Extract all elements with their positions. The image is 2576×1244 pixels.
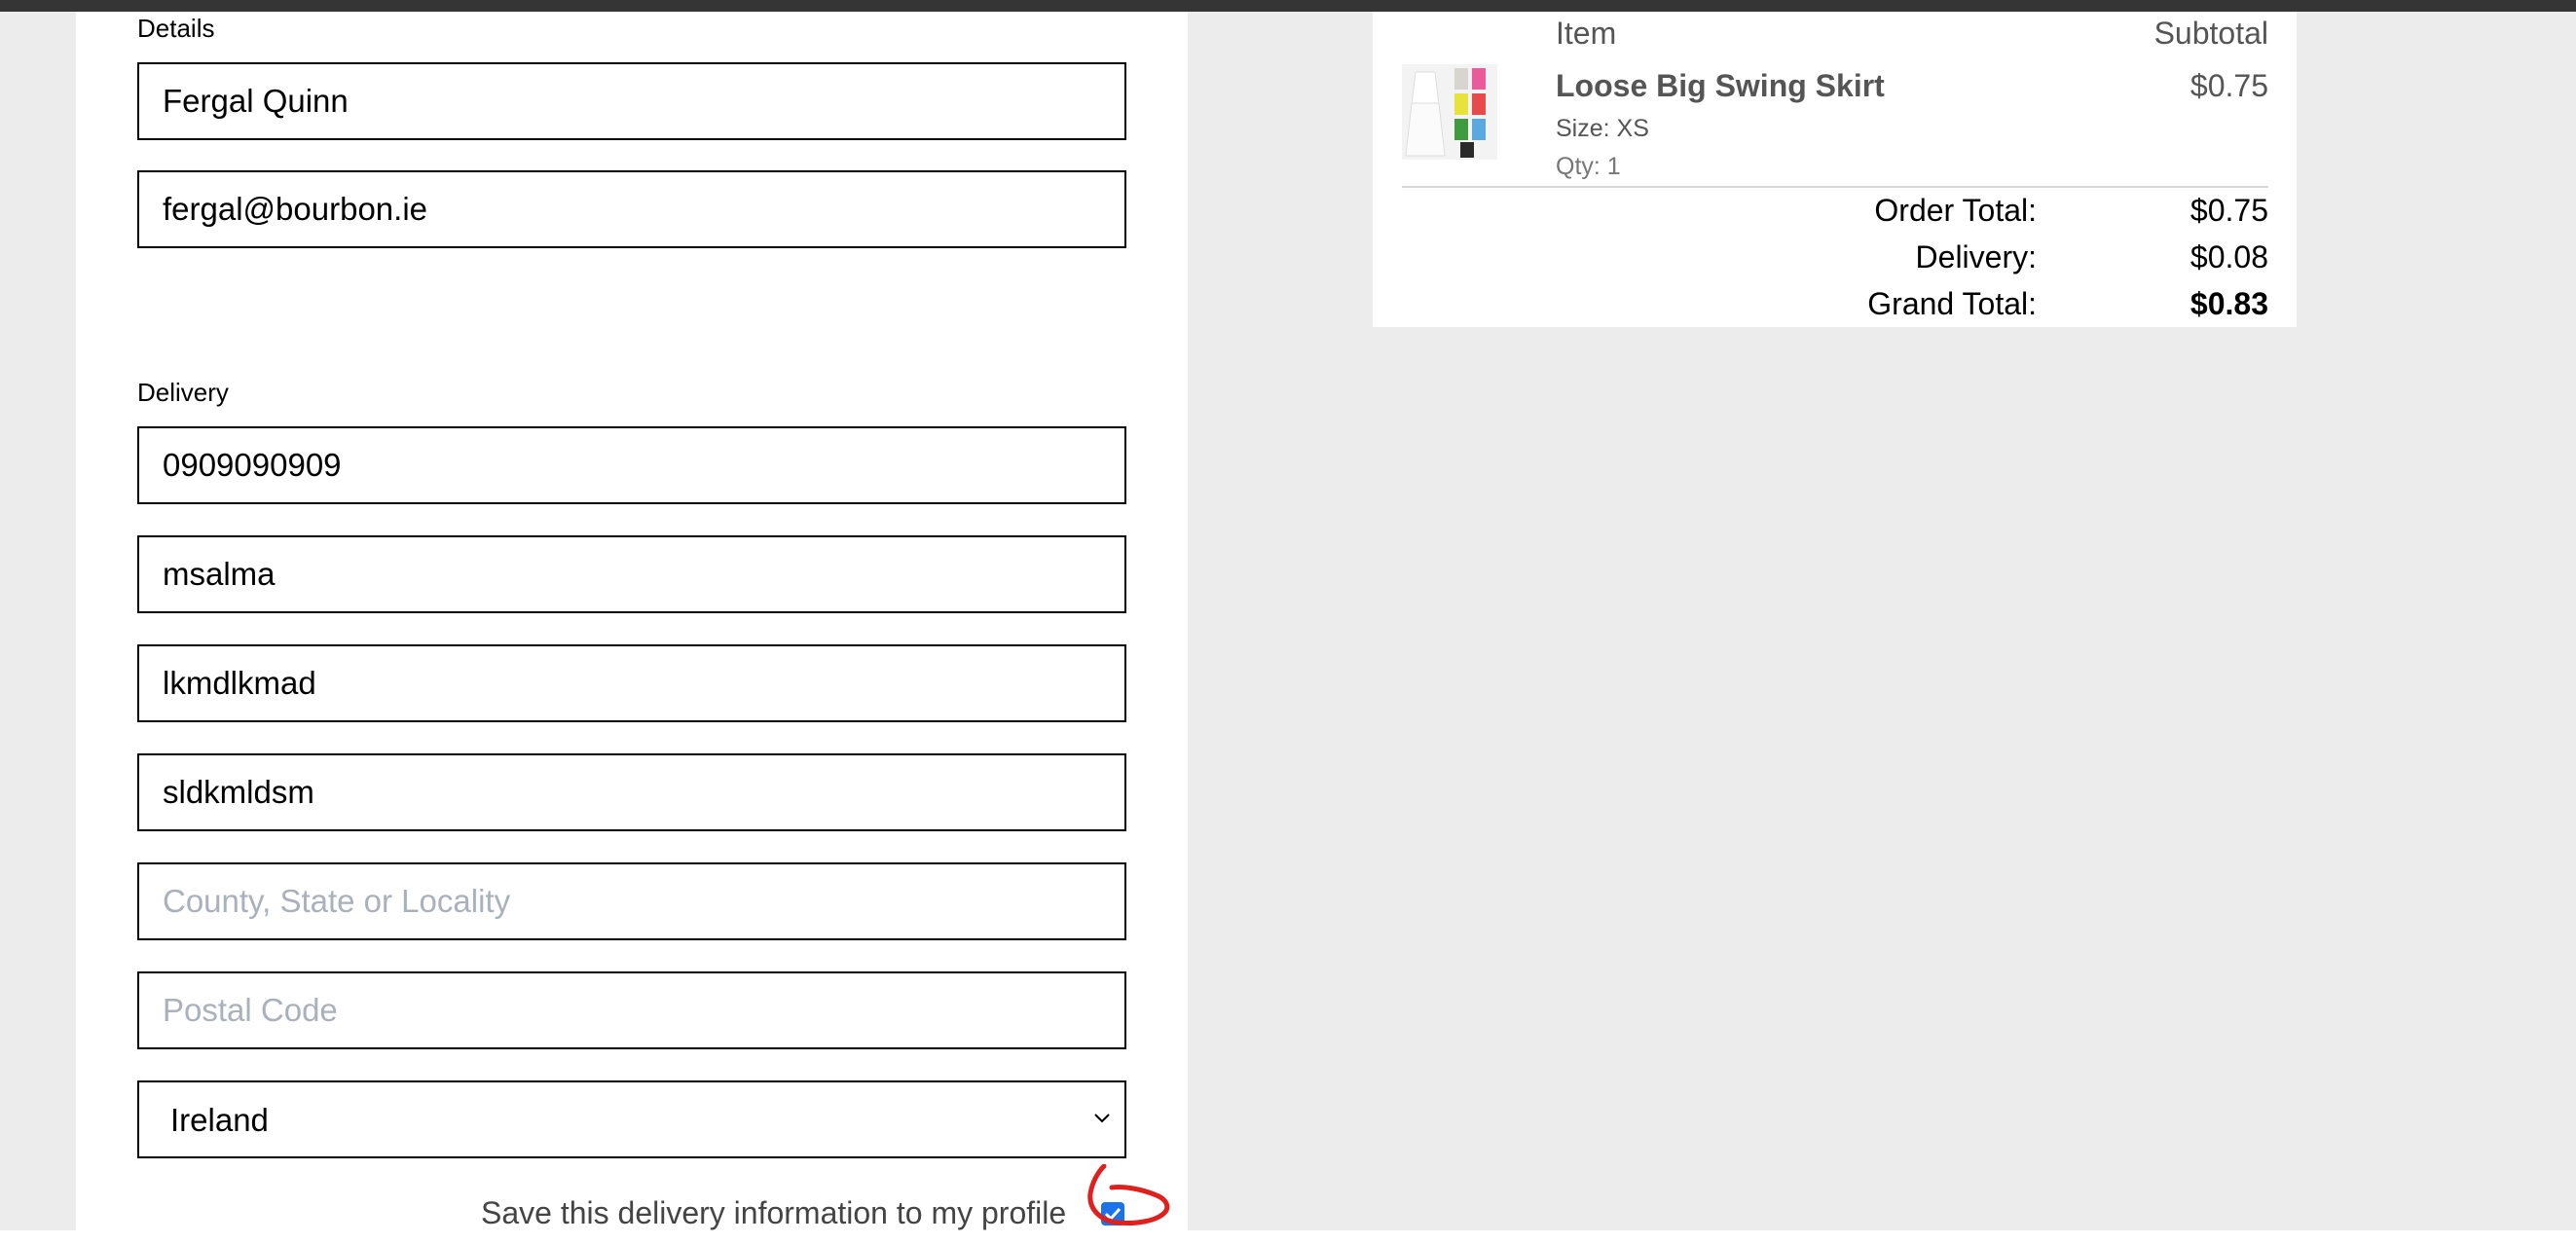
details-heading: Details	[137, 14, 215, 43]
country-select-value: Ireland	[170, 1102, 269, 1138]
county-field[interactable]	[137, 862, 1126, 940]
product-image	[1402, 64, 1497, 160]
delivery-value: $0.08	[2190, 239, 2268, 274]
address-line1-field[interactable]	[137, 535, 1126, 613]
order-summary-panel	[1373, 12, 2297, 327]
item-column-header: Item	[1556, 16, 1617, 51]
city-field[interactable]	[137, 753, 1126, 831]
delivery-label: Delivery:	[1915, 239, 2037, 274]
postal-code-field[interactable]	[137, 971, 1126, 1049]
grand-total-label: Grand Total:	[1867, 286, 2037, 321]
top-bar	[0, 0, 2576, 12]
phone-field[interactable]	[137, 426, 1126, 504]
country-select[interactable]: Ireland	[137, 1080, 1126, 1158]
product-qty: Qty: 1	[1556, 153, 1621, 180]
product-price: $0.75	[2190, 68, 2268, 103]
order-total-value: $0.75	[2190, 193, 2268, 228]
address-line2-field[interactable]	[137, 644, 1126, 722]
subtotal-column-header: Subtotal	[2153, 16, 2268, 51]
product-thumbnail[interactable]	[1402, 64, 1497, 160]
email-field[interactable]	[137, 170, 1126, 248]
grand-total-value: $0.83	[2190, 286, 2268, 321]
page-bottom-edge	[0, 1230, 2576, 1244]
product-name-link[interactable]: Loose Big Swing Skirt	[1556, 68, 1885, 104]
delivery-heading: Delivery	[137, 378, 229, 407]
summary-divider	[1402, 186, 2268, 188]
chevron-down-icon	[1094, 1114, 1110, 1123]
checkmark-icon	[1104, 1207, 1122, 1222]
save-delivery-checkbox[interactable]	[1101, 1202, 1124, 1226]
product-size: Size: XS	[1556, 115, 1649, 142]
order-total-label: Order Total:	[1874, 193, 2037, 228]
save-delivery-label: Save this delivery information to my pro…	[481, 1195, 1067, 1230]
full-name-field[interactable]	[137, 62, 1126, 140]
